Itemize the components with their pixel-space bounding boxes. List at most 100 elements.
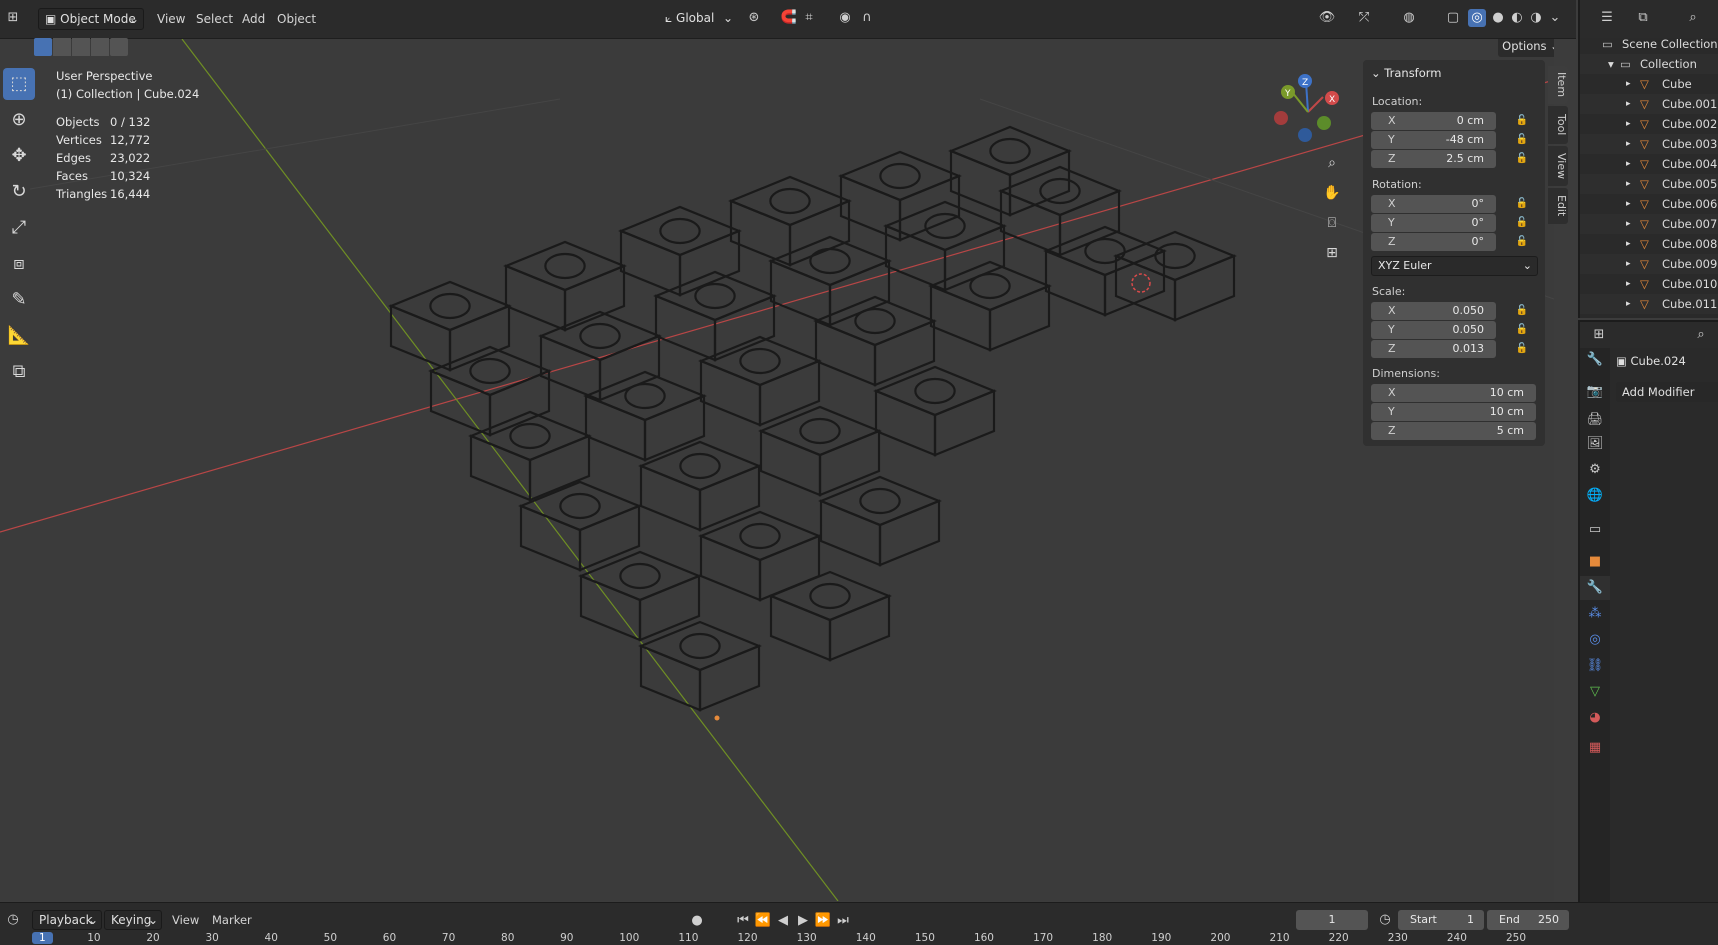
outliner-item[interactable]: ▸ ▽ Cube.002 <box>1580 114 1718 134</box>
chevron-right-icon[interactable]: ▸ <box>1626 214 1631 234</box>
outliner-item[interactable]: ▸ ▽ Cube <box>1580 74 1718 94</box>
panel-header[interactable]: ⌄ Transform <box>1371 66 1442 80</box>
tab-tool[interactable]: Tool <box>1548 106 1568 144</box>
view-layer-tab-icon[interactable]: 🖼 <box>1580 432 1610 456</box>
menu-object[interactable]: Object <box>277 12 316 26</box>
search-icon[interactable]: ⌕ <box>1684 9 1702 27</box>
measure-tool-icon[interactable]: 📐 <box>3 320 35 352</box>
tab-item[interactable]: Item <box>1548 66 1568 104</box>
render-tab-icon[interactable]: 📷 <box>1580 380 1610 404</box>
mode-dropdown[interactable]: ▣ Object Mode ⌄ <box>38 8 144 30</box>
object-tab-icon[interactable]: ■ <box>1580 550 1610 574</box>
chevron-right-icon[interactable]: ▸ <box>1626 94 1631 114</box>
lock-icon[interactable]: 🔓 <box>1515 133 1529 147</box>
constraints-tab-icon[interactable]: ⛓ <box>1580 654 1610 678</box>
visibility-icon[interactable]: 👁 <box>1318 9 1336 27</box>
falloff-icon[interactable]: ∩ <box>858 9 876 27</box>
output-tab-icon[interactable]: 🖨 <box>1580 408 1610 432</box>
transform-tool-icon[interactable]: ⧈ <box>3 248 35 280</box>
chevron-right-icon[interactable]: ▸ <box>1626 274 1631 294</box>
search-icon[interactable]: ⌕ <box>1692 326 1710 344</box>
scene-tab-icon[interactable]: ⚙ <box>1580 458 1610 482</box>
xray-icon[interactable]: ▢ <box>1444 9 1462 27</box>
grid-view-icon[interactable]: ⊞ <box>1318 239 1346 267</box>
lock-icon[interactable]: 🔓 <box>1515 216 1529 230</box>
outliner-item[interactable]: ▸ ▽ Cube.006 <box>1580 194 1718 214</box>
tab-view[interactable]: View <box>1548 146 1568 186</box>
overlay-icon[interactable]: ◍ <box>1400 9 1418 27</box>
menu-view[interactable]: View <box>157 12 185 26</box>
select-extend-icon[interactable] <box>53 38 71 56</box>
location-z-field[interactable]: Z 2.5 cm <box>1371 150 1496 168</box>
wireframe-shading-icon[interactable]: ◎ <box>1468 9 1486 27</box>
scale-tool-icon[interactable]: ⤢ <box>3 212 35 244</box>
options-dropdown[interactable]: Options ⌄ <box>1498 39 1554 57</box>
rotation-x-field[interactable]: X 0° <box>1371 195 1496 213</box>
chevron-right-icon[interactable]: ▸ <box>1626 294 1631 314</box>
outliner-collection[interactable]: ▾ ▭ Collection <box>1580 54 1718 74</box>
snap-target-icon[interactable]: ⌗ <box>800 9 818 27</box>
mesh-data-tab-icon[interactable]: ▽ <box>1580 680 1610 704</box>
editor-type-icon[interactable]: ⊞ <box>1590 326 1608 344</box>
chevron-right-icon[interactable]: ▸ <box>1626 234 1631 254</box>
outliner-item[interactable]: ▸ ▽ Cube.009 <box>1580 254 1718 274</box>
display-mode-icon[interactable]: ☰ <box>1598 9 1616 27</box>
rotation-y-field[interactable]: Y 0° <box>1371 214 1496 232</box>
chevron-right-icon[interactable]: ▸ <box>1626 114 1631 134</box>
collection-tab-icon[interactable]: ▭ <box>1580 518 1610 542</box>
rendered-shading-icon[interactable]: ◑ <box>1527 9 1545 27</box>
material-tab-icon[interactable]: ◕ <box>1580 706 1610 730</box>
location-y-field[interactable]: Y -48 cm <box>1371 131 1496 149</box>
select-box-icon[interactable]: ⬚ <box>3 68 35 100</box>
outliner-item[interactable]: ▸ ▽ Cube.003 <box>1580 134 1718 154</box>
lock-icon[interactable]: 🔓 <box>1515 323 1529 337</box>
annotate-tool-icon[interactable]: ✎ <box>3 284 35 316</box>
chevron-right-icon[interactable]: ▸ <box>1626 134 1631 154</box>
rotation-mode-dropdown[interactable]: XYZ Euler ⌄ <box>1371 256 1538 276</box>
snap-icon[interactable]: 🧲 <box>780 9 798 27</box>
chevron-right-icon[interactable]: ▸ <box>1626 74 1631 94</box>
transform-orientation-dropdown[interactable]: ⟀ Global ⌄ <box>659 8 735 30</box>
add-modifier-button[interactable]: Add Modifier <box>1616 382 1718 402</box>
texture-tab-icon[interactable]: ▦ <box>1580 736 1610 760</box>
select-invert-icon[interactable] <box>91 38 109 56</box>
modifier-tab-icon[interactable]: 🔧 <box>1580 576 1610 600</box>
gizmo-icon[interactable]: ⤱ <box>1355 9 1373 27</box>
menu-add[interactable]: Add <box>242 12 265 26</box>
dimensions-z-field[interactable]: Z5 cm <box>1371 422 1536 440</box>
outliner-item[interactable]: ▸ ▽ Cube.005 <box>1580 174 1718 194</box>
chevron-right-icon[interactable]: ▸ <box>1626 254 1631 274</box>
chevron-right-icon[interactable]: ▸ <box>1626 194 1631 214</box>
outliner-item[interactable]: ▸ ▽ Cube.010 <box>1580 274 1718 294</box>
3d-viewport[interactable]: X Z Y ⌕ ✋ ⌼ ⊞ Options ⌄ <box>0 39 1554 901</box>
navigation-gizmo[interactable]: X Z Y <box>1268 72 1348 152</box>
location-x-field[interactable]: X0 cm <box>1371 112 1496 130</box>
outliner-item[interactable]: ▸ ▽ Cube.001 <box>1580 94 1718 114</box>
move-tool-icon[interactable]: ✥ <box>3 140 35 172</box>
scale-z-field[interactable]: Z 0.013 <box>1371 340 1496 358</box>
pivot-icon[interactable]: ⊛ <box>745 9 763 27</box>
rotation-z-field[interactable]: Z 0° <box>1371 233 1496 251</box>
cursor-tool-icon[interactable]: ⊕ <box>3 104 35 136</box>
zoom-icon[interactable]: ⌕ <box>1318 149 1346 177</box>
lock-icon[interactable]: 🔓 <box>1515 235 1529 249</box>
menu-select[interactable]: Select <box>196 12 233 26</box>
lock-icon[interactable]: 🔓 <box>1515 197 1529 211</box>
chevron-down-icon[interactable]: ⌄ <box>1546 9 1564 27</box>
select-intersect-icon[interactable] <box>110 38 128 56</box>
lock-icon[interactable]: 🔓 <box>1515 304 1529 318</box>
rotate-tool-icon[interactable]: ↻ <box>3 176 35 208</box>
outliner-scene-collection[interactable]: ▭ Scene Collection <box>1580 34 1718 54</box>
filter-icon[interactable]: ⧉ <box>1634 9 1652 27</box>
lock-icon[interactable]: 🔓 <box>1515 152 1529 166</box>
select-subtract-icon[interactable] <box>72 38 90 56</box>
frame-ruler[interactable]: 1 10 20 30 40 50 60 70 80 90 100 110 120 130 140 150 160… <box>0 903 1718 945</box>
solid-shading-icon[interactable]: ● <box>1489 9 1507 27</box>
editor-type-icon[interactable]: ⊞ <box>4 9 22 27</box>
outliner-item[interactable]: ▸ ▽ Cube.008 <box>1580 234 1718 254</box>
outliner-item[interactable]: ▸ ▽ Cube.004 <box>1580 154 1718 174</box>
add-cube-tool-icon[interactable]: ⧉ <box>3 356 35 388</box>
select-new-icon[interactable] <box>34 38 52 56</box>
outliner-item[interactable]: ▸ ▽ Cube.007 <box>1580 214 1718 234</box>
proportional-edit-icon[interactable]: ◉ <box>836 9 854 27</box>
